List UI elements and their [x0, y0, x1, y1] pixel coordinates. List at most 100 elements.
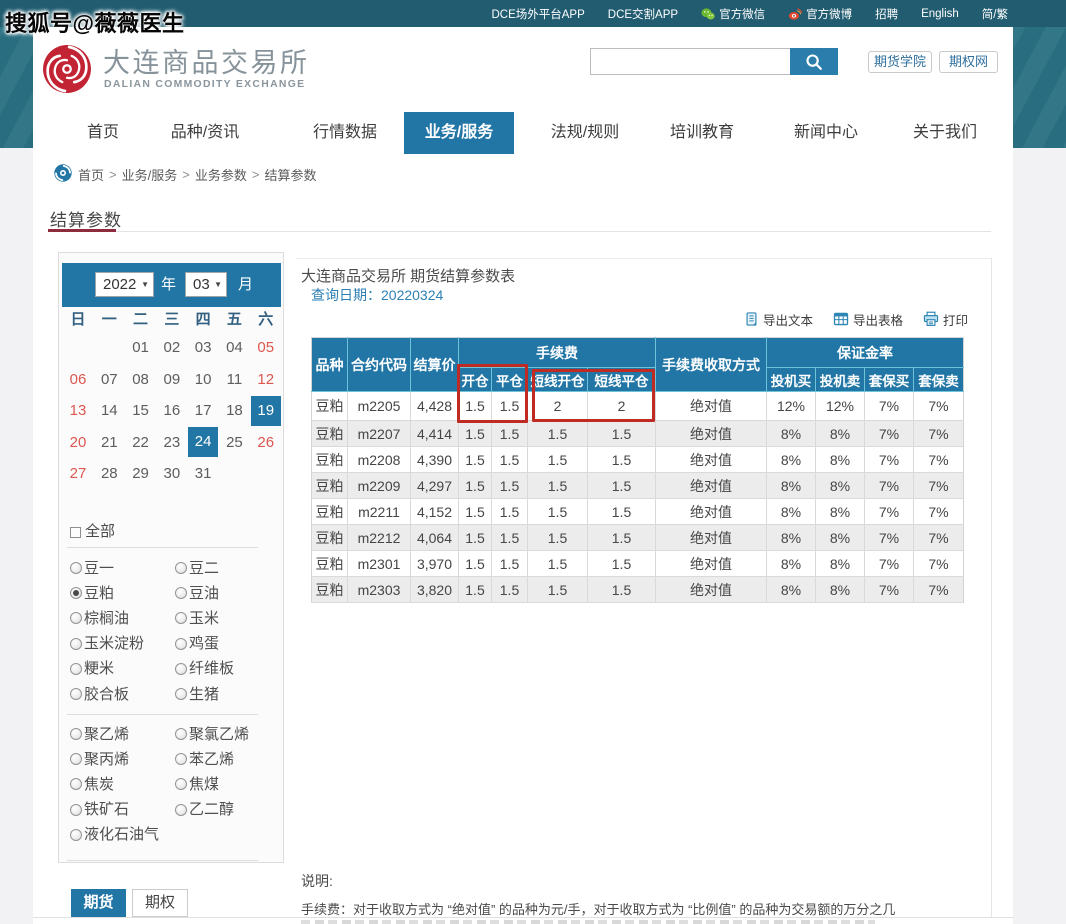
radio-label-苯乙烯[interactable]: 苯乙烯: [189, 750, 234, 769]
lang-switch-link[interactable]: 简/繁: [982, 6, 1008, 22]
radio-液化石油气[interactable]: [70, 829, 82, 841]
calendar-day-19[interactable]: 19: [251, 396, 281, 426]
calendar-day-14[interactable]: 14: [93, 395, 125, 426]
calendar-day-24[interactable]: 24: [188, 427, 218, 457]
radio-label-胶合板[interactable]: 胶合板: [84, 685, 129, 704]
search-button[interactable]: [790, 48, 838, 75]
calendar-day-04[interactable]: 04: [218, 332, 250, 363]
all-checkbox[interactable]: [70, 527, 81, 538]
calendar-day-10[interactable]: 10: [187, 364, 219, 395]
calendar-day-13[interactable]: 13: [62, 395, 94, 426]
toolbar-export-text[interactable]: 导出文本: [744, 310, 813, 329]
radio-label-生猪[interactable]: 生猪: [189, 685, 219, 704]
calendar-day-08[interactable]: 08: [125, 364, 157, 395]
calendar-day-17[interactable]: 17: [187, 395, 219, 426]
radio-label-豆二[interactable]: 豆二: [189, 559, 219, 578]
top-link-label: 简/繁: [982, 6, 1008, 22]
breadcrumb-item[interactable]: 业务/服务: [122, 165, 178, 184]
radio-鸡蛋[interactable]: [175, 638, 187, 650]
radio-label-乙二醇[interactable]: 乙二醇: [189, 800, 234, 819]
otc-app-link[interactable]: DCE场外平台APP: [491, 6, 584, 22]
wechat-link[interactable]: 官方微信: [701, 6, 765, 22]
radio-label-豆粕[interactable]: 豆粕: [84, 584, 114, 603]
breadcrumb-item[interactable]: 首页: [78, 165, 104, 184]
radio-label-聚乙烯[interactable]: 聚乙烯: [84, 725, 129, 744]
calendar-day-01[interactable]: 01: [125, 332, 157, 363]
radio-label-焦煤[interactable]: 焦煤: [189, 775, 219, 794]
nav-item-3[interactable]: 行情数据: [313, 112, 377, 154]
nav-item-5[interactable]: 法规/规则: [551, 112, 619, 154]
radio-label-焦炭[interactable]: 焦炭: [84, 775, 114, 794]
breadcrumb-item[interactable]: 业务参数: [195, 165, 247, 184]
calendar-day-06[interactable]: 06: [62, 364, 94, 395]
futures-college-button[interactable]: 期货学院: [868, 51, 932, 73]
dce-logo-icon[interactable]: [42, 44, 92, 94]
sidebar-tab-期权[interactable]: 期权: [132, 889, 188, 917]
calendar-day-27[interactable]: 27: [62, 458, 94, 489]
year-select[interactable]: 2022 ▼: [95, 272, 154, 297]
calendar-day-05[interactable]: 05: [250, 332, 282, 363]
calendar-day-12[interactable]: 12: [250, 364, 282, 395]
calendar-day-31[interactable]: 31: [187, 458, 219, 489]
radio-铁矿石[interactable]: [70, 804, 82, 816]
breadcrumb-item[interactable]: 结算参数: [264, 165, 316, 184]
search-input[interactable]: [590, 48, 790, 75]
radio-label-豆油[interactable]: 豆油: [189, 584, 219, 603]
toolbar-export-table[interactable]: 导出表格: [833, 310, 903, 329]
radio-胶合板[interactable]: [70, 688, 82, 700]
weibo-link[interactable]: 官方微博: [788, 6, 852, 22]
calendar-day-26[interactable]: 26: [250, 427, 282, 458]
options-site-button[interactable]: 期权网: [939, 51, 998, 73]
calendar-day-03[interactable]: 03: [187, 332, 219, 363]
delivery-app-link[interactable]: DCE交割APP: [608, 6, 678, 22]
nav-item-1[interactable]: 首页: [87, 112, 119, 154]
jobs-link[interactable]: 招聘: [875, 6, 898, 22]
radio-粳米[interactable]: [70, 663, 82, 675]
nav-item-6[interactable]: 培训教育: [670, 112, 734, 154]
breadcrumb-home-icon[interactable]: [54, 164, 72, 182]
radio-label-豆一[interactable]: 豆一: [84, 559, 114, 578]
calendar-day-16[interactable]: 16: [156, 395, 188, 426]
nav-item-8[interactable]: 关于我们: [913, 112, 977, 154]
radio-label-纤维板[interactable]: 纤维板: [189, 659, 234, 678]
radio-label-聚丙烯[interactable]: 聚丙烯: [84, 750, 129, 769]
radio-乙二醇[interactable]: [175, 804, 187, 816]
radio-纤维板[interactable]: [175, 663, 187, 675]
calendar-day-28[interactable]: 28: [93, 458, 125, 489]
radio-聚氯乙烯[interactable]: [175, 728, 187, 740]
toolbar-print[interactable]: 打印: [923, 310, 968, 329]
radio-label-玉米淀粉[interactable]: 玉米淀粉: [84, 634, 144, 653]
calendar-day-02[interactable]: 02: [156, 332, 188, 363]
radio-label-棕榈油[interactable]: 棕榈油: [84, 609, 129, 628]
radio-label-铁矿石[interactable]: 铁矿石: [84, 800, 129, 819]
nav-item-4[interactable]: 业务/服务: [404, 112, 514, 154]
radio-生猪[interactable]: [175, 688, 187, 700]
calendar-day-25[interactable]: 25: [218, 427, 250, 458]
radio-label-鸡蛋[interactable]: 鸡蛋: [189, 634, 219, 653]
calendar-day-29[interactable]: 29: [125, 458, 157, 489]
calendar-day-07[interactable]: 07: [93, 364, 125, 395]
radio-玉米淀粉[interactable]: [70, 638, 82, 650]
calendar-day-22[interactable]: 22: [125, 427, 157, 458]
radio-label-聚氯乙烯[interactable]: 聚氯乙烯: [189, 725, 249, 744]
calendar-day-21[interactable]: 21: [93, 427, 125, 458]
sidebar-tab-期货[interactable]: 期货: [71, 889, 126, 917]
calendar-day-23[interactable]: 23: [156, 427, 188, 458]
nav-item-7[interactable]: 新闻中心: [794, 112, 858, 154]
all-checkbox-label[interactable]: 全部: [85, 523, 115, 541]
calendar-day-20[interactable]: 20: [62, 427, 94, 458]
radio-label-玉米[interactable]: 玉米: [189, 609, 219, 628]
calendar-day-18[interactable]: 18: [218, 395, 250, 426]
radio-豆一[interactable]: [70, 562, 82, 574]
nav-item-2[interactable]: 品种/资讯: [171, 112, 239, 154]
radio-聚乙烯[interactable]: [70, 728, 82, 740]
radio-label-粳米[interactable]: 粳米: [84, 659, 114, 678]
calendar-day-11[interactable]: 11: [218, 364, 250, 395]
calendar-day-09[interactable]: 09: [156, 364, 188, 395]
month-select[interactable]: 03 ▼: [185, 272, 227, 297]
english-link[interactable]: English: [921, 8, 959, 20]
radio-label-液化石油气[interactable]: 液化石油气: [84, 825, 159, 844]
calendar-day-15[interactable]: 15: [125, 395, 157, 426]
radio-豆二[interactable]: [175, 562, 187, 574]
calendar-day-30[interactable]: 30: [156, 458, 188, 489]
